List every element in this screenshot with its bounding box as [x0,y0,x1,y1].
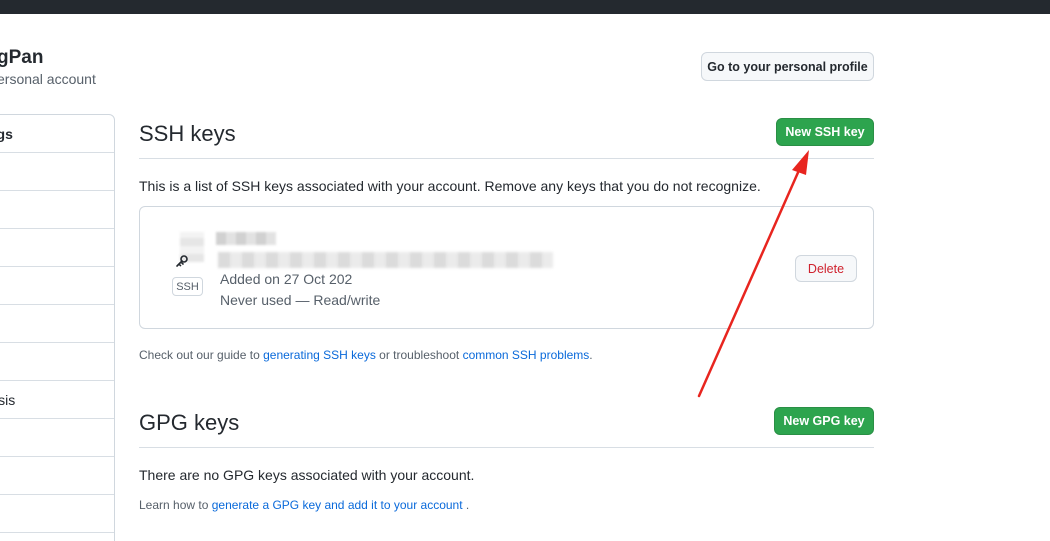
settings-sidebar: ngs ty lysis g [0,114,115,541]
redacted-key-title [216,232,276,245]
key-usage-status: Never used — Read/write [220,292,381,308]
sidebar-item[interactable] [0,153,114,191]
key-added-date: Added on 27 Oct 202 [220,271,353,287]
top-navigation-bar [0,0,1050,14]
gpg-keys-description: There are no GPG keys associated with yo… [139,467,475,483]
sidebar-item-log[interactable]: g [0,419,114,457]
section-divider [139,158,874,159]
guide-suffix: . [589,348,593,362]
sidebar-item[interactable] [0,305,114,343]
section-divider [139,447,874,448]
guide-middle: or troubleshoot [379,348,460,362]
gpg-keys-heading: GPG keys [139,410,240,435]
new-ssh-key-button[interactable]: New SSH key [776,118,874,146]
sidebar-item[interactable] [0,457,114,495]
go-to-profile-button[interactable]: Go to your personal profile [701,52,874,81]
account-subtitle: ersonal account [0,71,96,87]
sidebar-item[interactable] [0,495,114,533]
common-ssh-problems-link[interactable]: common SSH problems [463,348,590,362]
ssh-keys-description: This is a list of SSH keys associated wi… [139,178,761,194]
guide-prefix: Check out our guide to [139,348,260,362]
ssh-guide-text: Check out our guide to generating SSH ke… [139,348,593,362]
learn-suffix: . [465,498,470,512]
sidebar-item[interactable] [0,343,114,381]
gpg-learn-text: Learn how to generate a GPG key and add … [139,498,469,512]
account-name: gPan [0,47,44,68]
sidebar-item-settings[interactable]: ngs [0,115,114,153]
redacted-key-fingerprint [218,252,553,268]
generate-gpg-key-link[interactable]: generate a GPG key and add it to your ac… [212,498,463,512]
delete-key-button[interactable]: Delete [795,255,857,282]
new-gpg-key-button[interactable]: New GPG key [774,407,874,435]
sidebar-item-label: lysis [0,391,16,408]
sidebar-item-security[interactable]: ty [0,267,114,305]
sidebar-item-code-analysis[interactable]: lysis [0,381,114,419]
generating-ssh-keys-link[interactable]: generating SSH keys [263,348,376,362]
ssh-keys-heading: SSH keys [139,121,236,146]
sidebar-item[interactable] [0,229,114,267]
ssh-type-badge: SSH [172,277,203,296]
key-icon [172,253,190,276]
sidebar-item-label: ngs [0,125,13,142]
sidebar-item[interactable] [0,191,114,229]
learn-prefix: Learn how to [139,498,209,512]
